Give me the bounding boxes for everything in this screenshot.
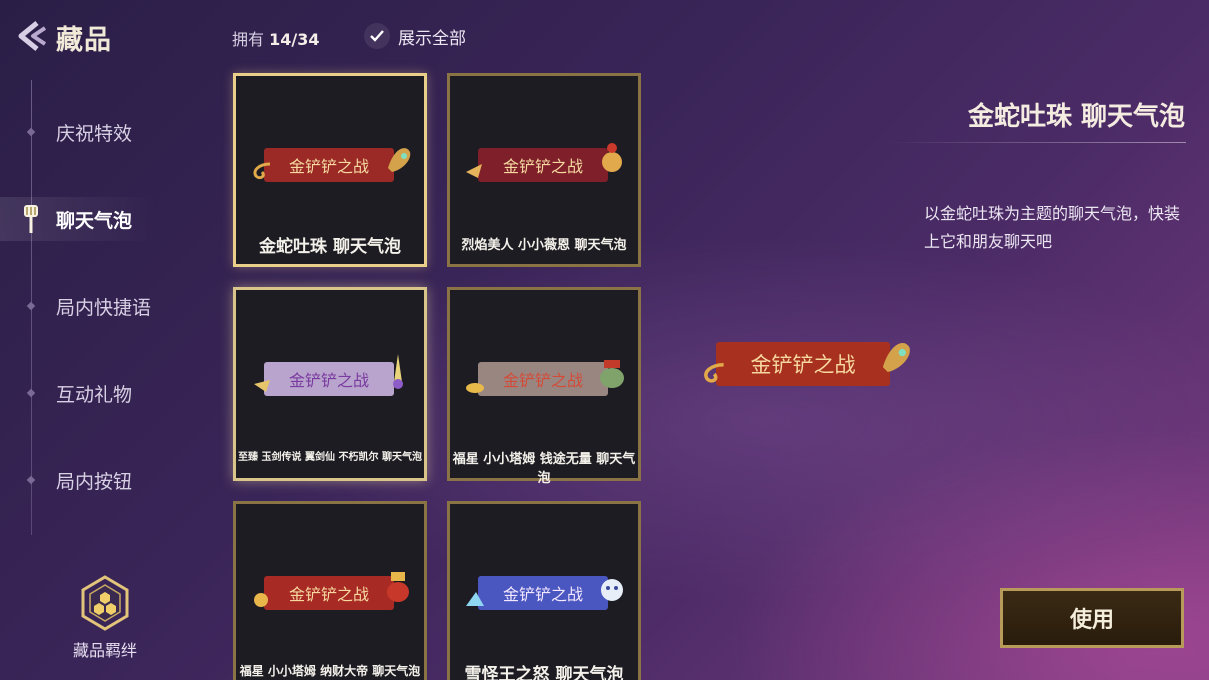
bubble-text: 金铲铲之战 [502, 585, 583, 604]
owned-label: 拥有 [232, 30, 265, 49]
yeti-icon [601, 579, 623, 601]
diamond-icon [26, 301, 36, 311]
diamond-icon [26, 127, 36, 137]
page-title: 藏品 [56, 25, 112, 56]
sidebar-item-quick-chat[interactable]: 局内快捷语 [0, 284, 210, 328]
diamond-icon [26, 388, 36, 398]
sidebar-item-gifts[interactable]: 互动礼物 [0, 371, 210, 415]
checkmark-icon [364, 23, 390, 49]
card-name: 福星 小小塔姆 纳财大帝 聊天气泡 [239, 664, 421, 678]
sidebar-item-label: 庆祝特效 [56, 122, 133, 145]
bond-label: 藏品羁绊 [72, 641, 137, 660]
preview-bubble-text: 金铲铲之战 [750, 353, 856, 377]
detail-description: 以金蛇吐珠为主题的聊天气泡，快装上它和朋友聊天吧 [924, 204, 1181, 251]
chat-bubble-preview: 金铲铲之战 [253, 148, 411, 182]
back-chevron-icon [18, 21, 47, 51]
bubble-text: 金铲铲之战 [502, 371, 583, 390]
dragon-head-icon [882, 343, 910, 372]
fortune-god-icon [387, 572, 409, 602]
card-name: 雪怪王之怒 聊天气泡 [464, 665, 624, 680]
honeycomb-icon [81, 575, 129, 631]
bubble-text: 金铲铲之战 [502, 157, 583, 176]
bubble-card-golden-snake[interactable]: 金铲铲之战 金蛇吐珠 聊天气泡 [233, 73, 427, 267]
coin-icon [254, 593, 268, 607]
sidebar-item-buttons[interactable]: 局内按钮 [0, 458, 210, 502]
bubble-text: 金铲铲之战 [288, 585, 369, 604]
sidebar-item-label: 聊天气泡 [56, 209, 133, 232]
chat-bubble-preview: 金铲铲之战 [254, 572, 409, 610]
owned-count: 拥有 14/34 [232, 26, 319, 50]
spatula-icon [24, 205, 38, 233]
sidebar-item-label: 局内按钮 [56, 470, 133, 493]
ice-shard-icon [466, 592, 484, 606]
tahm-icon [600, 360, 624, 388]
sidebar-item-celebration[interactable]: 庆祝特效 [0, 110, 210, 154]
card-name: 金蛇吐珠 聊天气泡 [259, 237, 401, 257]
detail-bubble-preview: 金铲铲之战 [704, 342, 910, 386]
bubble-card-tahm-wealth[interactable]: 金铲铲之战 福星 小小塔姆 纳财大帝 聊天气泡 [233, 501, 427, 680]
card-name: 福星 小小塔姆 钱途无量 聊天气泡 [452, 452, 636, 486]
bubble-text: 金铲铲之战 [288, 157, 369, 176]
gold-ingot-icon [466, 383, 484, 393]
ornament-icon [466, 164, 482, 178]
bubble-card-yeti-king[interactable]: 金铲铲之战 雪怪王之怒 聊天气泡 [447, 501, 641, 680]
card-name: 烈焰美人 小小薇恩 聊天气泡 [461, 238, 627, 253]
sword-icon [393, 354, 403, 389]
chat-bubble-preview: 金铲铲之战 [254, 354, 403, 396]
bubble-card-tahm-fortune[interactable]: 金铲铲之战 福星 小小塔姆 钱途无量 聊天气泡 [447, 287, 641, 486]
dragon-tail-icon [704, 362, 724, 383]
bubble-card-flame-beauty[interactable]: 金铲铲之战 烈焰美人 小小薇恩 聊天气泡 [447, 73, 641, 267]
sidebar-item-label: 互动礼物 [56, 383, 133, 406]
sidebar-item-label: 局内快捷语 [56, 296, 152, 319]
bubble-card-jade-sword[interactable]: 金铲铲之战 至臻 玉剑传说 翼剑仙 不朽凯尔 聊天气泡 [233, 287, 427, 481]
diamond-icon [26, 475, 36, 485]
back-button[interactable] [14, 18, 50, 54]
dragon-tail-icon [253, 162, 271, 180]
dragon-head-icon [388, 148, 411, 172]
use-button[interactable]: 使用 [1000, 588, 1184, 648]
wing-icon [254, 380, 270, 392]
chat-bubble-preview: 金铲铲之战 [466, 143, 622, 182]
chat-bubble-preview: 金铲铲之战 [466, 360, 624, 396]
sidebar-item-chat-bubble[interactable]: 聊天气泡 [0, 197, 210, 241]
character-icon [602, 143, 622, 172]
card-name: 至臻 玉剑传说 翼剑仙 不朽凯尔 聊天气泡 [238, 452, 422, 463]
bubble-text: 金铲铲之战 [288, 371, 369, 390]
detail-title: 金蛇吐珠 聊天气泡 [967, 102, 1185, 132]
owned-value: 14/34 [269, 30, 320, 49]
detail-divider [884, 142, 1186, 143]
show-all-toggle[interactable]: 展示全部 [364, 23, 466, 49]
chat-bubble-preview: 金铲铲之战 [466, 576, 623, 610]
collection-bond-button[interactable]: 藏品羁绊 [60, 575, 150, 661]
show-all-label: 展示全部 [398, 28, 466, 49]
